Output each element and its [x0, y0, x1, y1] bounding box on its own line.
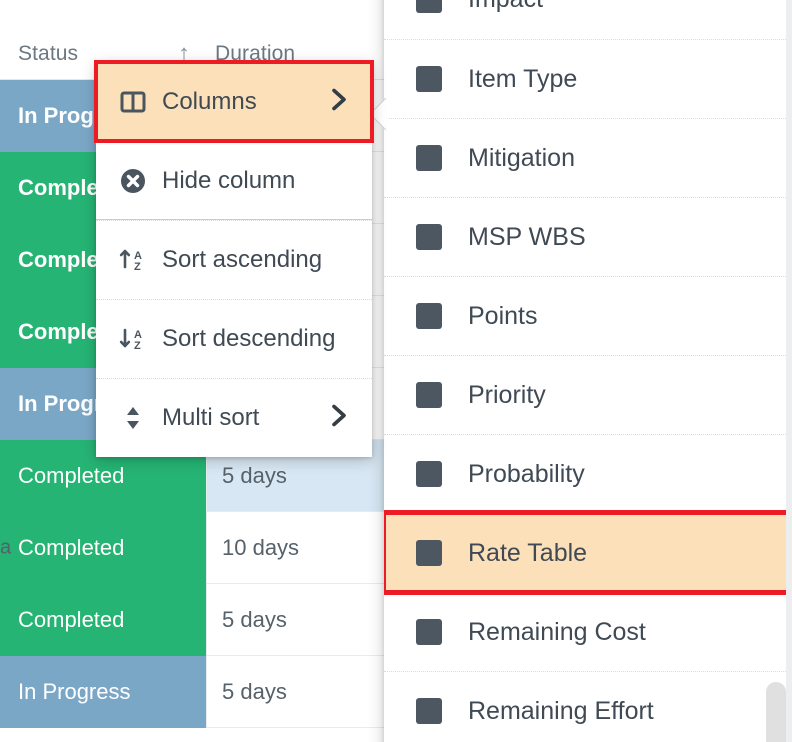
checkbox-icon[interactable]: [416, 619, 442, 645]
column-option-rate-table[interactable]: Rate Table: [384, 510, 792, 595]
checkbox-icon[interactable]: [416, 145, 442, 171]
vertical-scrollbar-thumb[interactable]: [766, 682, 786, 742]
column-option-probability[interactable]: Probability: [384, 434, 792, 513]
context-menu-item-label: Multi sort: [162, 404, 260, 431]
sort-descending-icon: AZ: [116, 322, 150, 356]
column-context-menu[interactable]: Columns Hide column A Z Sort ascending A Z Sort…: [94, 60, 374, 457]
column-option-label: Rate Table: [468, 538, 588, 567]
row-edge-text-fragment: a: [0, 536, 12, 558]
column-option-label: Remaining Effort: [468, 696, 654, 725]
checkbox-icon[interactable]: [416, 224, 442, 250]
context-menu-item-multi-sort[interactable]: Multi sort: [96, 378, 372, 457]
column-option-remaining-cost[interactable]: Remaining Cost: [384, 592, 792, 671]
chevron-right-icon: [328, 401, 350, 436]
column-option-label: Remaining Cost: [468, 617, 646, 646]
column-option-label: MSP WBS: [468, 222, 586, 251]
column-option-label: Points: [468, 301, 538, 330]
column-option-points[interactable]: Points: [384, 276, 792, 355]
context-menu-item-label: Columns: [162, 87, 257, 115]
column-option-mitigation[interactable]: Mitigation: [384, 118, 792, 197]
column-option-label: Mitigation: [468, 143, 575, 172]
svg-text:Z: Z: [134, 261, 141, 273]
context-menu-item-label: Sort ascending: [162, 246, 323, 273]
submenu-pointer-icon: [370, 96, 388, 132]
cell-duration: 10 days: [222, 535, 300, 560]
column-option-label: Priority: [468, 380, 546, 409]
sort-ascending-icon: AZ: [116, 243, 150, 277]
chevron-right-icon: [328, 84, 350, 119]
checkbox-icon[interactable]: [416, 540, 442, 566]
context-menu-item-label: Sort descending: [162, 325, 336, 352]
column-option-label: Impact: [468, 0, 543, 14]
checkbox-icon[interactable]: [416, 303, 442, 329]
column-option-impact[interactable]: Impact: [384, 0, 792, 39]
cell-status: In Progress: [0, 656, 206, 728]
column-option-msp-wbs[interactable]: MSP WBS: [384, 197, 792, 276]
multi-sort-icon: [116, 401, 150, 435]
cell-duration: 5 days: [222, 607, 287, 632]
column-option-item-type[interactable]: Item Type: [384, 39, 792, 118]
checkbox-icon[interactable]: [416, 0, 442, 13]
svg-text:Z: Z: [134, 340, 141, 352]
cell-duration: 5 days: [222, 679, 287, 704]
context-menu-item-sort-descending[interactable]: A Z Sort descending: [96, 299, 372, 378]
column-option-label: Item Type: [468, 64, 578, 93]
vertical-scrollbar-track[interactable]: [786, 0, 792, 742]
checkbox-icon[interactable]: [416, 461, 442, 487]
screen-root: Status ↑ Duration In Progress5 daysCompl…: [0, 0, 792, 742]
context-menu-item-columns[interactable]: Columns: [94, 60, 374, 143]
column-option-priority[interactable]: Priority: [384, 355, 792, 434]
checkbox-icon[interactable]: [416, 698, 442, 724]
context-menu-item-label: Hide column: [162, 166, 296, 194]
cell-status: Completed: [0, 584, 206, 656]
column-option-remaining-effort[interactable]: Remaining Effort: [384, 671, 792, 742]
columns-submenu-panel[interactable]: Impact Item Type Mitigation MSP WBS Points Pr…: [384, 0, 792, 742]
context-menu-item-hide-column[interactable]: Hide column: [96, 141, 372, 220]
column-header-status[interactable]: Status: [18, 28, 78, 80]
checkbox-icon[interactable]: [416, 66, 442, 92]
hide-column-icon: [116, 164, 150, 198]
columns-icon: [116, 85, 150, 119]
cell-status: Completed: [0, 512, 206, 584]
column-option-label: Probability: [468, 459, 585, 488]
context-menu-item-sort-ascending[interactable]: A Z Sort ascending: [96, 220, 372, 299]
checkbox-icon[interactable]: [416, 382, 442, 408]
